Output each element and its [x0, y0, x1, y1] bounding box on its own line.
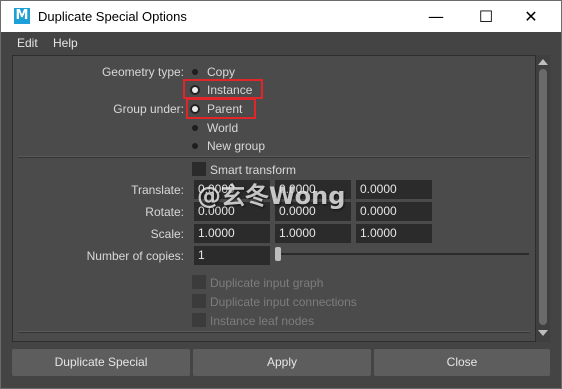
- maximize-button[interactable]: ☐: [469, 5, 503, 29]
- scale-x-field[interactable]: 1.0000: [194, 224, 270, 243]
- duplicate-input-graph-label: Duplicate input graph: [210, 276, 324, 290]
- scrollbar-thumb[interactable]: [539, 69, 547, 325]
- duplicate-special-button[interactable]: Duplicate Special: [12, 349, 190, 376]
- radio-copy-label[interactable]: Copy: [207, 65, 235, 79]
- menu-bar: Edit Help: [1, 32, 561, 53]
- radio-world[interactable]: [192, 125, 198, 131]
- highlight-box-instance: [183, 79, 263, 99]
- radio-new-group[interactable]: [192, 143, 198, 149]
- rotate-label: Rotate:: [145, 205, 184, 219]
- close-window-button[interactable]: ✕: [514, 5, 548, 29]
- maximize-icon: ☐: [478, 7, 494, 26]
- menu-edit[interactable]: Edit: [17, 36, 38, 50]
- copies-slider-track[interactable]: [279, 253, 529, 255]
- translate-z-field[interactable]: 0.0000: [356, 180, 432, 199]
- scale-y-field[interactable]: 1.0000: [275, 224, 351, 243]
- radio-copy[interactable]: [192, 69, 198, 75]
- maya-app-icon: M: [14, 8, 30, 24]
- close-icon: ✕: [524, 7, 538, 26]
- title-bar: M Duplicate Special Options — ☐ ✕: [1, 1, 561, 32]
- minimize-button[interactable]: —: [419, 5, 453, 29]
- geometry-type-label: Geometry type:: [101, 65, 184, 79]
- separator: [18, 156, 530, 158]
- minimize-icon: —: [428, 7, 444, 26]
- group-under-label: Group under:: [113, 102, 184, 116]
- translate-label: Translate:: [131, 183, 184, 197]
- menu-help[interactable]: Help: [53, 36, 78, 50]
- highlight-box-parent: [186, 98, 256, 119]
- radio-world-label[interactable]: World: [207, 121, 238, 135]
- instance-leaf-nodes-label: Instance leaf nodes: [210, 314, 315, 328]
- rotate-z-field[interactable]: 0.0000: [356, 202, 432, 221]
- copies-field[interactable]: 1: [194, 246, 270, 265]
- copies-slider-handle[interactable]: [275, 247, 281, 261]
- apply-button[interactable]: Apply: [193, 349, 371, 376]
- duplicate-input-connections-checkbox[interactable]: [192, 294, 206, 308]
- scrollbar[interactable]: [536, 55, 550, 342]
- smart-transform-label: Smart transform: [210, 163, 297, 177]
- close-button[interactable]: Close: [374, 349, 550, 376]
- instance-leaf-nodes-checkbox[interactable]: [192, 313, 206, 327]
- duplicate-input-graph-checkbox[interactable]: [192, 275, 206, 289]
- scroll-down-icon[interactable]: [538, 330, 548, 336]
- duplicate-input-connections-label: Duplicate input connections: [210, 295, 357, 309]
- separator-bottom: [18, 331, 530, 333]
- scroll-up-icon[interactable]: [538, 59, 548, 65]
- scale-z-field[interactable]: 1.0000: [356, 224, 432, 243]
- window-title: Duplicate Special Options: [38, 9, 187, 24]
- scale-label: Scale:: [150, 227, 184, 241]
- smart-transform-checkbox[interactable]: [192, 162, 206, 176]
- copies-label: Number of copies:: [86, 249, 184, 263]
- watermark: @玄冬Wong: [197, 182, 346, 210]
- radio-new-group-label[interactable]: New group: [207, 139, 265, 153]
- duplicate-special-options-window: M Duplicate Special Options — ☐ ✕ Edit H…: [0, 0, 562, 389]
